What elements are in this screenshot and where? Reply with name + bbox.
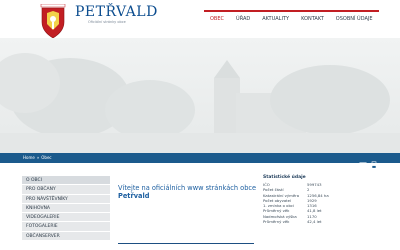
main-navigation: OBEC ÚŘAD AKTUALITY KONTAKT OSOBNÍ ÚDAJE [204, 10, 379, 28]
sidebar-item-fotogalerie[interactable]: FOTOGALERIE [22, 222, 110, 232]
statistics-panel: Statistické údaje IČO 599743 Počet částí 2… [263, 175, 373, 224]
stats-value: 42,4 let [307, 219, 322, 225]
site-header: PETŘVALD Oficiální stránky obce OBEC ÚŘA… [0, 0, 400, 40]
municipal-crest-icon[interactable] [37, 3, 69, 40]
welcome-municipality: Petřvald [118, 192, 150, 200]
sidebar-item-pro-navstevniky[interactable]: PRO NÁVŠTĚVNÍKY [22, 194, 110, 204]
nav-item-osobni-udaje[interactable]: OSOBNÍ ÚDAJE [330, 12, 379, 28]
nav-item-obec[interactable]: OBEC [204, 12, 230, 28]
breadcrumb-separator: » [36, 155, 40, 160]
content-divider [118, 243, 254, 244]
welcome-line: Vítejte na oficiálních www stránkách obc… [118, 184, 257, 192]
nav-item-kontakt[interactable]: KONTAKT [295, 12, 330, 28]
nav-item-urad[interactable]: ÚŘAD [230, 12, 256, 28]
breadcrumb: Home» Obec [23, 155, 52, 160]
stats-label: Průměrný věk [263, 219, 290, 225]
sidebar-item-videogalerie[interactable]: VIDEOGALERIE [22, 213, 110, 223]
sidebar-item-obcanserver[interactable]: OBČANSERVER [22, 231, 110, 242]
site-title[interactable]: PETŘVALD [75, 4, 158, 20]
print-icon[interactable] [370, 154, 378, 169]
mail-icon[interactable] [359, 154, 367, 168]
sidebar-menu: O OBCI PRO OBČANY PRO NÁVŠTĚVNÍKY KNIHOV… [22, 176, 110, 242]
sidebar-item-o-obci[interactable]: O OBCI [22, 176, 110, 186]
site-subtitle: Oficiální stránky obce [88, 20, 126, 24]
sidebar-item-pro-obcany[interactable]: PRO OBČANY [22, 185, 110, 195]
stats-title: Statistické údaje [263, 175, 306, 180]
nav-item-aktuality[interactable]: AKTUALITY [256, 12, 295, 28]
hero-image [0, 38, 400, 153]
breadcrumb-home[interactable]: Home [23, 155, 35, 160]
breadcrumb-bar: Home» Obec [0, 153, 400, 169]
breadcrumb-current[interactable]: Obec [41, 155, 51, 160]
welcome-heading: Vítejte na oficiálních www stránkách obc… [118, 184, 258, 200]
sidebar-item-knihovna[interactable]: KNIHOVNA [22, 203, 110, 214]
stats-row: Průměrný věk 42,4 let [263, 219, 373, 224]
